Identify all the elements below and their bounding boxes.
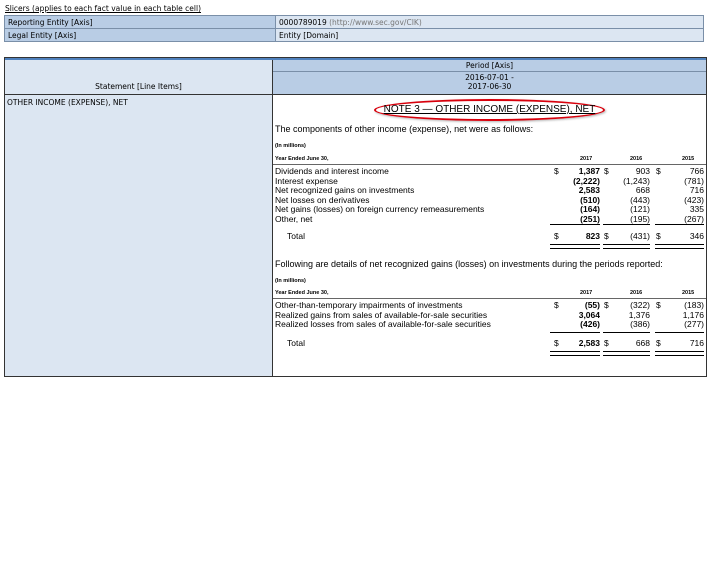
slicer-row: Legal Entity [Axis] Entity [Domain] — [4, 28, 704, 42]
dollar-sign: $ — [604, 300, 609, 310]
row-label-text: Dividends and interest income — [275, 166, 389, 176]
value-2016: (431) — [630, 231, 650, 241]
dollar-sign: $ — [554, 338, 559, 348]
dollar-sign: $ — [554, 300, 559, 310]
value-2017: (251) — [580, 214, 600, 224]
value-2017: 2,583 — [578, 185, 600, 196]
value-2015: 766 — [689, 166, 704, 176]
year-2016: 2016 — [630, 290, 643, 296]
period-end: 2017-06-30 — [467, 82, 512, 91]
statement-header: Statement [Line Items] — [5, 60, 272, 95]
slicer-row: Reporting Entity [Axis] 0000789019 (http… — [4, 15, 704, 29]
dollar-sign: $ — [604, 166, 609, 176]
total-row: Total $823 $ (431) $346 — [273, 232, 706, 241]
dollar-sign: $ — [554, 231, 559, 241]
value-2017: (55) — [584, 300, 600, 310]
year-2017: 2017 — [580, 290, 593, 296]
value-2016: (195) — [630, 214, 650, 224]
value-2015: 716 — [689, 338, 704, 348]
value-2016: (386) — [630, 319, 650, 330]
slicer-value: Entity [Domain] — [275, 28, 704, 42]
slicers-title: Slicers (applies to each fact value in e… — [5, 4, 201, 13]
period-start: 2016-07-01 - — [465, 73, 514, 82]
subtotal-rule — [603, 224, 650, 225]
table-row: Other, net (251) (195) (267) — [273, 215, 706, 224]
subtotal-rule — [655, 332, 704, 333]
intro-text: The components of other income (expense)… — [275, 124, 534, 134]
period-label: Year Ended June 30, — [275, 290, 329, 296]
total-double-rule — [603, 351, 650, 356]
line-items-column: Statement [Line Items] OTHER INCOME (EXP… — [5, 60, 273, 376]
row-label-text: Other, net — [275, 214, 313, 224]
intro-text: Following are details of net recognized … — [275, 259, 663, 269]
unit-label: (In millions) — [275, 143, 306, 149]
value-2016: 668 — [635, 338, 650, 348]
dollar-sign: $ — [604, 338, 609, 348]
dollar-sign: $ — [554, 166, 559, 176]
period-axis-header: Period [Axis] — [273, 60, 706, 72]
table-header-row: Year Ended June 30, 2017 2016 2015 — [273, 156, 706, 165]
dollar-sign: $ — [656, 300, 661, 310]
slicers-table: Reporting Entity [Axis] 0000789019 (http… — [4, 15, 704, 42]
note-content: NOTE 3 — OTHER INCOME (EXPENSE), NET The… — [273, 94, 706, 376]
row-label-text: Other-than-temporary impairments of inve… — [275, 300, 463, 310]
statement-table: Statement [Line Items] OTHER INCOME (EXP… — [4, 57, 707, 377]
value-2015: (267) — [684, 214, 704, 224]
slicer-label: Legal Entity [Axis] — [4, 28, 276, 42]
value-2015: (277) — [684, 319, 704, 330]
year-2015: 2015 — [682, 156, 695, 162]
slicer-value-text: Entity [Domain] — [279, 30, 339, 40]
row-label-text: Total — [287, 338, 305, 348]
statement-header-text: Statement [Line Items] — [95, 82, 182, 91]
row-label-text: Net recognized gains on investments — [275, 185, 415, 196]
table-header-row: Year Ended June 30, 2017 2016 2015 — [273, 290, 706, 299]
value-2015: 716 — [689, 185, 704, 196]
total-double-rule — [550, 351, 600, 356]
total-double-rule — [550, 244, 600, 249]
value-2016: (322) — [630, 300, 650, 310]
subtotal-rule — [550, 224, 600, 225]
unit-label: (In millions) — [275, 278, 306, 284]
row-label-text: Total — [287, 231, 305, 241]
subtotal-rule — [550, 332, 600, 333]
total-double-rule — [655, 244, 704, 249]
value-2016: 668 — [635, 185, 650, 196]
value-2015: 346 — [689, 231, 704, 241]
slicer-value: 0000789019 (http://www.sec.gov/CIK) — [275, 15, 704, 29]
value-2017: 2,583 — [578, 338, 600, 348]
value-2017: 1,387 — [578, 166, 600, 176]
table-row: Other-than-temporary impairments of inve… — [273, 301, 706, 310]
subtotal-rule — [655, 224, 704, 225]
table-row: Net recognized gains on investments 2,583… — [273, 186, 706, 195]
table-row: Dividends and interest income $1,387 $903 $… — [273, 167, 706, 176]
year-2017: 2017 — [580, 156, 593, 162]
period-dates: 2016-07-01 - 2017-06-30 — [273, 72, 706, 95]
dollar-sign: $ — [604, 231, 609, 241]
row-label-text: Realized losses from sales of available-… — [275, 319, 491, 330]
note-title: NOTE 3 — OTHER INCOME (EXPENSE), NET — [383, 104, 596, 115]
value-2017: (426) — [580, 319, 600, 330]
dollar-sign: $ — [656, 338, 661, 348]
table-row: Realized losses from sales of available-… — [273, 320, 706, 329]
row-label: OTHER INCOME (EXPENSE), NET — [7, 98, 128, 107]
slicer-label: Reporting Entity [Axis] — [4, 15, 276, 29]
total-row: Total $2,583 $668 $716 — [273, 339, 706, 348]
total-double-rule — [655, 351, 704, 356]
year-2016: 2016 — [630, 156, 643, 162]
total-double-rule — [603, 244, 650, 249]
period-label: Year Ended June 30, — [275, 156, 329, 162]
value-2017: 823 — [585, 231, 600, 241]
slicer-value-text: 0000789019 — [279, 17, 327, 27]
slicer-value-extra: (http://www.sec.gov/CIK) — [329, 17, 422, 27]
subtotal-rule — [603, 332, 650, 333]
year-2015: 2015 — [682, 290, 695, 296]
dollar-sign: $ — [656, 231, 661, 241]
value-2016: 903 — [635, 166, 650, 176]
value-2015: (183) — [684, 300, 704, 310]
dollar-sign: $ — [656, 166, 661, 176]
